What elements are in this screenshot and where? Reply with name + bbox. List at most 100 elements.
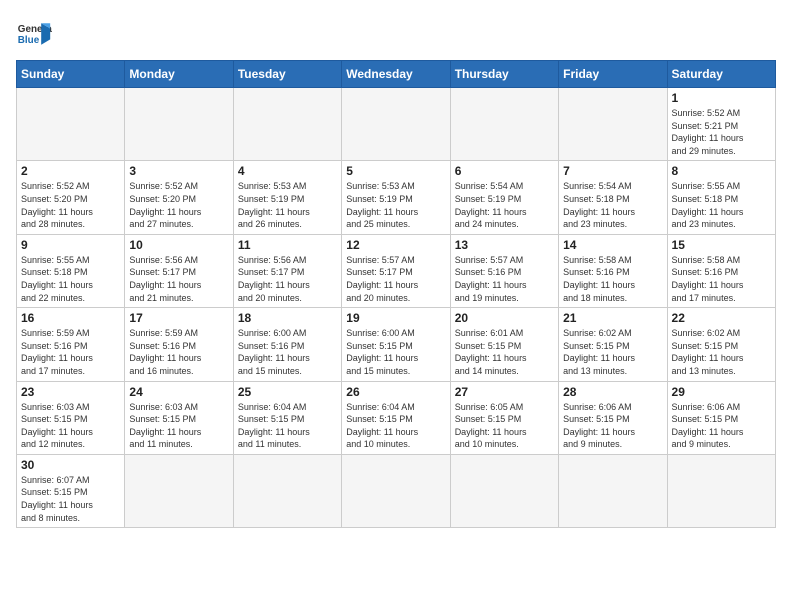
day-number: 4 <box>238 164 337 178</box>
day-number: 17 <box>129 311 228 325</box>
day-number: 18 <box>238 311 337 325</box>
day-info: Sunrise: 5:58 AM Sunset: 5:16 PM Dayligh… <box>563 254 662 304</box>
calendar: SundayMondayTuesdayWednesdayThursdayFrid… <box>16 60 776 528</box>
day-number: 19 <box>346 311 445 325</box>
week-row-4: 23 Sunrise: 6:03 AM Sunset: 5:15 PM Dayli… <box>17 381 776 454</box>
day-number: 13 <box>455 238 554 252</box>
day-cell: 7Sunrise: 5:54 AM Sunset: 5:18 PM Daylig… <box>559 161 667 234</box>
day-cell <box>559 454 667 527</box>
day-number: 29 <box>672 385 771 399</box>
day-cell: 11Sunrise: 5:56 AM Sunset: 5:17 PM Dayli… <box>233 234 341 307</box>
day-number: 23 <box>21 385 120 399</box>
day-number: 16 <box>21 311 120 325</box>
day-number: 28 <box>563 385 662 399</box>
day-info: Sunrise: 5:59 AM Sunset: 5:16 PM Dayligh… <box>21 327 120 377</box>
day-number: 10 <box>129 238 228 252</box>
week-row-1: 2 Sunrise: 5:52 AM Sunset: 5:20 PM Daylig… <box>17 161 776 234</box>
day-number: 14 <box>563 238 662 252</box>
week-row-0: 1 Sunrise: 5:52 AM Sunset: 5:21 PM Daylig… <box>17 88 776 161</box>
day-info: Sunrise: 6:06 AM Sunset: 5:15 PM Dayligh… <box>672 401 771 451</box>
day-header-wednesday: Wednesday <box>342 61 450 88</box>
day-number: 30 <box>21 458 120 472</box>
day-info: Sunrise: 6:03 AM Sunset: 5:15 PM Dayligh… <box>129 401 228 451</box>
day-cell: 25 Sunrise: 6:04 AM Sunset: 5:15 PM Dayli… <box>233 381 341 454</box>
day-info: Sunrise: 5:56 AM Sunset: 5:17 PM Dayligh… <box>129 254 228 304</box>
day-cell: 5Sunrise: 5:53 AM Sunset: 5:19 PM Daylig… <box>342 161 450 234</box>
logo-icon: General Blue <box>16 16 52 52</box>
day-info: Sunrise: 6:04 AM Sunset: 5:15 PM Dayligh… <box>238 401 337 451</box>
day-number: 25 <box>238 385 337 399</box>
day-cell: 16 Sunrise: 5:59 AM Sunset: 5:16 PM Dayli… <box>17 308 125 381</box>
day-cell: 20Sunrise: 6:01 AM Sunset: 5:15 PM Dayli… <box>450 308 558 381</box>
day-cell: 22Sunrise: 6:02 AM Sunset: 5:15 PM Dayli… <box>667 308 775 381</box>
day-info: Sunrise: 5:54 AM Sunset: 5:19 PM Dayligh… <box>455 180 554 230</box>
day-cell: 15 Sunrise: 5:58 AM Sunset: 5:16 PM Dayli… <box>667 234 775 307</box>
day-info: Sunrise: 5:58 AM Sunset: 5:16 PM Dayligh… <box>672 254 771 304</box>
logo: General Blue <box>16 16 52 52</box>
day-info: Sunrise: 5:54 AM Sunset: 5:18 PM Dayligh… <box>563 180 662 230</box>
day-info: Sunrise: 6:00 AM Sunset: 5:15 PM Dayligh… <box>346 327 445 377</box>
day-info: Sunrise: 6:04 AM Sunset: 5:15 PM Dayligh… <box>346 401 445 451</box>
week-row-2: 9Sunrise: 5:55 AM Sunset: 5:18 PM Daylig… <box>17 234 776 307</box>
day-cell: 6 Sunrise: 5:54 AM Sunset: 5:19 PM Daylig… <box>450 161 558 234</box>
day-info: Sunrise: 5:57 AM Sunset: 5:16 PM Dayligh… <box>455 254 554 304</box>
day-number: 6 <box>455 164 554 178</box>
day-number: 8 <box>672 164 771 178</box>
day-cell: 8 Sunrise: 5:55 AM Sunset: 5:18 PM Daylig… <box>667 161 775 234</box>
day-cell <box>450 454 558 527</box>
day-info: Sunrise: 5:52 AM Sunset: 5:21 PM Dayligh… <box>672 107 771 157</box>
header-row: SundayMondayTuesdayWednesdayThursdayFrid… <box>17 61 776 88</box>
day-info: Sunrise: 5:53 AM Sunset: 5:19 PM Dayligh… <box>238 180 337 230</box>
day-info: Sunrise: 6:03 AM Sunset: 5:15 PM Dayligh… <box>21 401 120 451</box>
day-info: Sunrise: 5:52 AM Sunset: 5:20 PM Dayligh… <box>21 180 120 230</box>
day-cell: 4 Sunrise: 5:53 AM Sunset: 5:19 PM Daylig… <box>233 161 341 234</box>
day-info: Sunrise: 6:02 AM Sunset: 5:15 PM Dayligh… <box>563 327 662 377</box>
day-cell: 19 Sunrise: 6:00 AM Sunset: 5:15 PM Dayli… <box>342 308 450 381</box>
week-row-3: 16 Sunrise: 5:59 AM Sunset: 5:16 PM Dayli… <box>17 308 776 381</box>
day-cell: 24 Sunrise: 6:03 AM Sunset: 5:15 PM Dayli… <box>125 381 233 454</box>
day-number: 22 <box>672 311 771 325</box>
day-cell: 27Sunrise: 6:05 AM Sunset: 5:15 PM Dayli… <box>450 381 558 454</box>
day-cell: 13 Sunrise: 5:57 AM Sunset: 5:16 PM Dayli… <box>450 234 558 307</box>
day-cell <box>342 88 450 161</box>
day-info: Sunrise: 5:59 AM Sunset: 5:16 PM Dayligh… <box>129 327 228 377</box>
day-cell <box>125 454 233 527</box>
day-cell <box>342 454 450 527</box>
day-number: 24 <box>129 385 228 399</box>
day-cell: 1 Sunrise: 5:52 AM Sunset: 5:21 PM Daylig… <box>667 88 775 161</box>
day-number: 1 <box>672 91 771 105</box>
day-cell <box>125 88 233 161</box>
day-number: 2 <box>21 164 120 178</box>
day-cell <box>667 454 775 527</box>
day-number: 15 <box>672 238 771 252</box>
day-number: 21 <box>563 311 662 325</box>
day-cell: 28Sunrise: 6:06 AM Sunset: 5:15 PM Dayli… <box>559 381 667 454</box>
day-info: Sunrise: 5:52 AM Sunset: 5:20 PM Dayligh… <box>129 180 228 230</box>
day-header-friday: Friday <box>559 61 667 88</box>
day-cell <box>17 88 125 161</box>
day-cell: 2 Sunrise: 5:52 AM Sunset: 5:20 PM Daylig… <box>17 161 125 234</box>
day-info: Sunrise: 5:55 AM Sunset: 5:18 PM Dayligh… <box>672 180 771 230</box>
day-cell: 12 Sunrise: 5:57 AM Sunset: 5:17 PM Dayli… <box>342 234 450 307</box>
day-cell: 23 Sunrise: 6:03 AM Sunset: 5:15 PM Dayli… <box>17 381 125 454</box>
day-cell: 29 Sunrise: 6:06 AM Sunset: 5:15 PM Dayli… <box>667 381 775 454</box>
day-cell: 10 Sunrise: 5:56 AM Sunset: 5:17 PM Dayli… <box>125 234 233 307</box>
day-header-thursday: Thursday <box>450 61 558 88</box>
day-info: Sunrise: 6:07 AM Sunset: 5:15 PM Dayligh… <box>21 474 120 524</box>
day-header-tuesday: Tuesday <box>233 61 341 88</box>
day-info: Sunrise: 5:57 AM Sunset: 5:17 PM Dayligh… <box>346 254 445 304</box>
day-number: 12 <box>346 238 445 252</box>
day-cell <box>233 88 341 161</box>
day-info: Sunrise: 6:01 AM Sunset: 5:15 PM Dayligh… <box>455 327 554 377</box>
day-number: 27 <box>455 385 554 399</box>
week-row-5: 30 Sunrise: 6:07 AM Sunset: 5:15 PM Dayli… <box>17 454 776 527</box>
day-cell: 14 Sunrise: 5:58 AM Sunset: 5:16 PM Dayli… <box>559 234 667 307</box>
day-cell: 9Sunrise: 5:55 AM Sunset: 5:18 PM Daylig… <box>17 234 125 307</box>
day-cell: 26Sunrise: 6:04 AM Sunset: 5:15 PM Dayli… <box>342 381 450 454</box>
day-info: Sunrise: 5:56 AM Sunset: 5:17 PM Dayligh… <box>238 254 337 304</box>
day-header-monday: Monday <box>125 61 233 88</box>
day-cell: 3Sunrise: 5:52 AM Sunset: 5:20 PM Daylig… <box>125 161 233 234</box>
day-cell: 17 Sunrise: 5:59 AM Sunset: 5:16 PM Dayli… <box>125 308 233 381</box>
day-header-saturday: Saturday <box>667 61 775 88</box>
day-cell: 21 Sunrise: 6:02 AM Sunset: 5:15 PM Dayli… <box>559 308 667 381</box>
